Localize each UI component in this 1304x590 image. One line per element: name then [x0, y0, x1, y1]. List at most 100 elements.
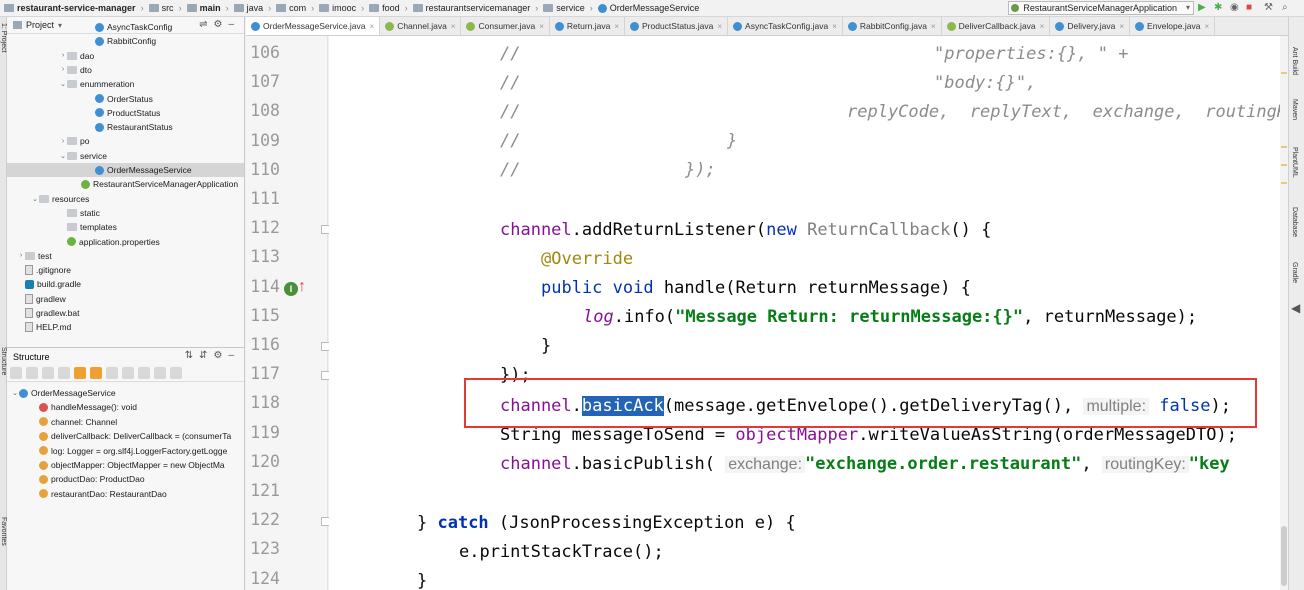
tree-item[interactable]: HELP.md	[7, 320, 244, 334]
close-icon[interactable]: ×	[614, 22, 619, 31]
tool-tab-gradle[interactable]: Gradle	[1291, 262, 1298, 283]
close-icon[interactable]: ×	[451, 22, 456, 31]
tree-item[interactable]: › dto	[7, 63, 244, 77]
tree-item[interactable]: gradlew.bat	[7, 306, 244, 320]
chevron-down-icon[interactable]: ⌄	[59, 80, 67, 88]
run-icon[interactable]: ▶	[1198, 3, 1208, 13]
chevron-right-icon[interactable]: ›	[59, 52, 67, 59]
editor-scrollbar[interactable]	[1280, 36, 1288, 590]
tool-tab-database[interactable]: Database	[1291, 207, 1298, 237]
tool-tab-project[interactable]: 1: Project	[0, 23, 7, 53]
show-non-public-icon[interactable]	[90, 367, 102, 379]
breadcrumb-item[interactable]: imooc	[317, 3, 358, 13]
search-icon[interactable]: ⌕	[1282, 3, 1292, 13]
tree-item[interactable]: › dao	[7, 49, 244, 63]
tool-tab-structure[interactable]: Structure	[0, 347, 7, 375]
build-icon[interactable]: ⚒	[1264, 3, 1274, 13]
breadcrumb-item[interactable]: java	[232, 3, 266, 13]
collapse-icon[interactable]	[154, 367, 166, 379]
editor-tab[interactable]: AsyncTaskConfig.java ×	[728, 17, 843, 35]
tree-item[interactable]: static	[7, 206, 244, 220]
breadcrumb-item[interactable]: restaurantservicemanager	[411, 3, 533, 13]
structure-item[interactable]: handleMessage(): void	[7, 400, 244, 414]
tree-item[interactable]: › po	[7, 134, 244, 148]
tree-item[interactable]: OrderMessageService	[7, 163, 244, 177]
chevron-down-icon[interactable]: ⌄	[59, 152, 67, 160]
chevron-right-icon[interactable]: ›	[17, 252, 25, 259]
tree-item[interactable]: RabbitConfig	[7, 34, 244, 48]
tree-item[interactable]: .gitignore	[7, 263, 244, 277]
tree-item[interactable]: build.gradle	[7, 277, 244, 291]
editor-tab[interactable]: Envelope.java ×	[1130, 17, 1216, 35]
close-icon[interactable]: ×	[1040, 22, 1045, 31]
tree-item[interactable]: ⌄ service	[7, 149, 244, 163]
run-configuration-select[interactable]: RestaurantServiceManagerApplication ▾	[1008, 1, 1194, 15]
show-properties-icon[interactable]	[58, 367, 70, 379]
structure-item[interactable]: productDao: ProductDao	[7, 472, 244, 486]
chevron-right-icon[interactable]: ›	[59, 66, 67, 73]
tool-tab-favorites[interactable]: Favorites	[0, 517, 7, 546]
tree-item[interactable]: › test	[7, 249, 244, 263]
close-icon[interactable]: ×	[370, 22, 375, 31]
gear-icon[interactable]: ⚙	[213, 350, 228, 361]
structure-item[interactable]: objectMapper: ObjectMapper = new ObjectM…	[7, 458, 244, 472]
stop-icon[interactable]: ■	[1246, 3, 1256, 13]
breadcrumb-item[interactable]: food	[367, 3, 402, 13]
breadcrumb-item[interactable]: com	[274, 3, 308, 13]
collapse-panel-icon[interactable]: ◀	[1291, 301, 1300, 315]
tree-item[interactable]: templates	[7, 220, 244, 234]
sort-alpha-icon[interactable]	[10, 367, 22, 379]
tree-item[interactable]: OrderStatus	[7, 92, 244, 106]
close-icon[interactable]: ×	[931, 22, 936, 31]
close-icon[interactable]: ×	[539, 22, 544, 31]
breadcrumb-item[interactable]: OrderMessageService	[596, 3, 702, 13]
collapse-all-icon[interactable]: ⇵	[199, 350, 213, 361]
chevron-down-icon[interactable]: ⌄	[11, 389, 19, 397]
show-anonymous-icon[interactable]	[122, 367, 134, 379]
tree-item[interactable]: gradlew	[7, 292, 244, 306]
editor-tab[interactable]: Return.java ×	[550, 17, 625, 35]
structure-item[interactable]: log: Logger = org.slf4j.LoggerFactory.ge…	[7, 444, 244, 458]
editor-tab[interactable]: ProductStatus.java ×	[625, 17, 729, 35]
editor-tab[interactable]: RabbitConfig.java ×	[843, 17, 942, 35]
breadcrumb-item[interactable]: service	[541, 3, 587, 13]
structure-item[interactable]: channel: Channel	[7, 415, 244, 429]
implements-method-icon[interactable]: I	[284, 282, 298, 296]
tree-item[interactable]: application.properties	[7, 235, 244, 249]
close-icon[interactable]: ×	[1204, 22, 1209, 31]
autoscroll-icon[interactable]	[170, 367, 182, 379]
minimize-icon[interactable]: –	[228, 350, 240, 361]
tree-item[interactable]: RestaurantStatus	[7, 120, 244, 134]
debug-icon[interactable]: ✱	[1214, 3, 1224, 13]
close-icon[interactable]: ×	[832, 22, 837, 31]
breadcrumb-item[interactable]: src	[147, 3, 176, 13]
editor-tab[interactable]: Delivery.java ×	[1050, 17, 1131, 35]
code-editor[interactable]: // "properties:{}, " + // "body:{}", // rep…	[329, 36, 1280, 590]
breadcrumb-item[interactable]: restaurant-service-manager	[2, 3, 138, 13]
tool-tab-plantuml[interactable]: PlantUML	[1291, 147, 1298, 178]
tree-item[interactable]: RestaurantServiceManagerApplication	[7, 177, 244, 191]
structure-item[interactable]: deliverCallback: DeliverCallback = (cons…	[7, 429, 244, 443]
expand-icon[interactable]	[138, 367, 150, 379]
close-icon[interactable]: ×	[717, 22, 722, 31]
tree-item[interactable]: AsyncTaskConfig	[7, 20, 244, 34]
structure-item[interactable]: ⌄ OrderMessageService	[7, 386, 244, 400]
close-icon[interactable]: ×	[1119, 22, 1124, 31]
chevron-down-icon[interactable]: ⌄	[31, 195, 39, 203]
tree-item[interactable]: ⌄ enummeration	[7, 77, 244, 91]
show-lambdas-icon[interactable]	[106, 367, 118, 379]
tool-tab-ant-build[interactable]: Ant Build	[1291, 47, 1298, 75]
editor-tab[interactable]: Channel.java ×	[380, 17, 462, 35]
scrollbar-thumb[interactable]	[1281, 526, 1287, 586]
sort-visibility-icon[interactable]	[26, 367, 38, 379]
show-fields-icon[interactable]	[74, 367, 86, 379]
override-arrow-icon[interactable]: ↑	[298, 278, 306, 296]
editor-tab[interactable]: OrderMessageService.java ×	[246, 17, 381, 35]
tree-item[interactable]: ProductStatus	[7, 106, 244, 120]
show-inherited-icon[interactable]	[42, 367, 54, 379]
tree-item[interactable]: ⌄ resources	[7, 192, 244, 206]
coverage-icon[interactable]: ◉	[1230, 3, 1240, 13]
structure-item[interactable]: restaurantDao: RestaurantDao	[7, 487, 244, 501]
editor-tab[interactable]: DeliverCallback.java ×	[942, 17, 1051, 35]
chevron-right-icon[interactable]: ›	[59, 138, 67, 145]
